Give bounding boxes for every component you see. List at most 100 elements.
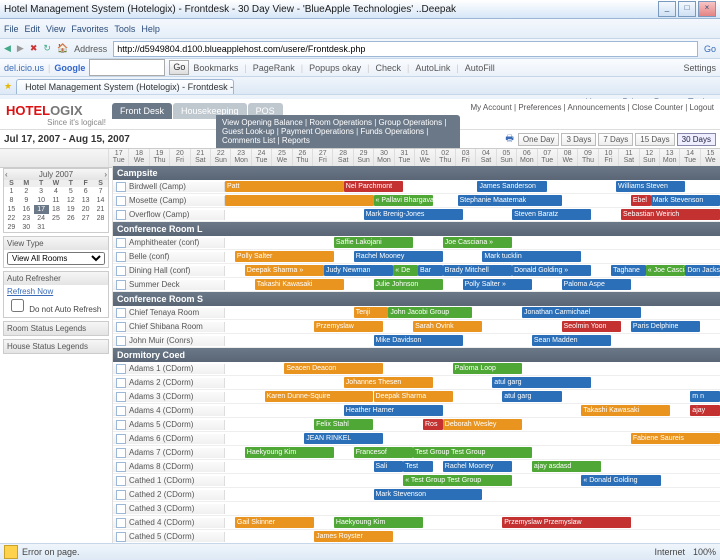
calendar-day[interactable]: 20 — [78, 205, 93, 214]
top-links[interactable]: My Account | Preferences | Announcements… — [464, 99, 720, 116]
calendar-day[interactable]: 28 — [93, 214, 108, 223]
room-label[interactable]: Cathed 3 (CDorm) — [113, 504, 225, 514]
room-label[interactable]: Mosette (Camp) — [113, 196, 225, 206]
home-icon[interactable]: 🏠 — [57, 43, 68, 54]
room-label[interactable]: Adams 4 (CDorm) — [113, 406, 225, 416]
booking-bar[interactable]: Przemyslaw — [314, 321, 383, 332]
booking-bar[interactable]: Mark Stevenson — [374, 489, 483, 500]
room-label[interactable]: Adams 3 (CDorm) — [113, 392, 225, 402]
gbar-bookmarks[interactable]: Bookmarks — [193, 63, 238, 73]
google-search-input[interactable] — [89, 59, 165, 76]
room-legends-header[interactable]: Room Status Legends — [4, 322, 108, 335]
nav-fwd-icon[interactable]: ▶ — [17, 43, 24, 54]
booking-bar[interactable]: Test Group Test Group — [413, 447, 532, 458]
room-label[interactable]: Summer Deck — [113, 280, 225, 290]
print-icon[interactable]: 🖶 — [505, 131, 514, 147]
booking-bar[interactable]: James Royster — [314, 531, 393, 542]
room-checkbox[interactable] — [116, 434, 126, 444]
room-checkbox[interactable] — [116, 518, 126, 528]
booking-bar[interactable]: atul garg — [492, 377, 591, 388]
booking-bar[interactable]: Francesof — [354, 447, 413, 458]
view-one day[interactable]: One Day — [518, 133, 560, 146]
booking-bar[interactable]: John Jacobi Group — [388, 307, 472, 318]
calendar-day[interactable]: 3 — [34, 187, 49, 196]
calendar-day[interactable]: 17 — [34, 205, 49, 214]
room-label[interactable]: Adams 2 (CDorm) — [113, 378, 225, 388]
room-label[interactable]: Adams 1 (CDorm) — [113, 364, 225, 374]
calendar-day[interactable]: 19 — [63, 205, 78, 214]
room-checkbox[interactable] — [116, 182, 126, 192]
booking-bar[interactable]: Mike Davidson — [374, 335, 463, 346]
booking-bar[interactable]: Williams Steven — [616, 181, 685, 192]
menu-favorites[interactable]: Favorites — [71, 24, 108, 34]
menu-edit[interactable]: Edit — [25, 24, 41, 34]
room-label[interactable]: Adams 8 (CDorm) — [113, 462, 225, 472]
booking-bar[interactable]: Sali — [374, 461, 404, 472]
booking-bar[interactable]: Joe Casciana » — [443, 237, 512, 248]
calendar-day[interactable]: 4 — [49, 187, 64, 196]
calendar-day[interactable]: 12 — [63, 196, 78, 205]
calendar-day[interactable]: 27 — [78, 214, 93, 223]
booking-bar[interactable]: Deborah Wesley — [443, 419, 522, 430]
room-checkbox[interactable] — [116, 238, 126, 248]
room-checkbox[interactable] — [116, 336, 126, 346]
minimize-button[interactable]: _ — [658, 1, 676, 17]
booking-bar[interactable]: Taghane — [611, 265, 646, 276]
calendar-day[interactable]: 18 — [49, 205, 64, 214]
nav-back-icon[interactable]: ◀ — [4, 43, 11, 54]
calendar-day[interactable]: 29 — [4, 223, 19, 232]
booking-bar[interactable]: Mark tucklin — [482, 251, 581, 262]
go-button[interactable]: Go — [704, 44, 716, 54]
house-legends-header[interactable]: House Status Legends — [4, 340, 108, 353]
booking-bar[interactable]: JEAN RINKEL — [304, 433, 383, 444]
menu-help[interactable]: Help — [141, 24, 160, 34]
booking-bar[interactable]: Johannes Thesen — [344, 377, 433, 388]
booking-bar[interactable]: « Test Group Test Group — [403, 475, 512, 486]
booking-bar[interactable]: Sean Madden — [532, 335, 611, 346]
calendar-day[interactable] — [78, 223, 93, 232]
google-go-button[interactable]: Go — [169, 60, 189, 75]
room-checkbox[interactable] — [116, 392, 126, 402]
view-15 days[interactable]: 15 Days — [635, 133, 674, 146]
booking-bar[interactable]: Jonathan Carmichael — [522, 307, 641, 318]
calendar-day[interactable]: 14 — [93, 196, 108, 205]
booking-bar[interactable]: Sebastian Wei­rich — [621, 209, 720, 220]
booking-bar[interactable]: Karen Dunne-Squire — [265, 391, 374, 402]
room-checkbox[interactable] — [116, 448, 126, 458]
booking-bar[interactable]: Ebel — [631, 195, 651, 206]
room-label[interactable]: Cathed 2 (CDorm) — [113, 490, 225, 500]
calendar-day[interactable]: 9 — [19, 196, 34, 205]
room-checkbox[interactable] — [116, 210, 126, 220]
calendar-day[interactable]: 31 — [34, 223, 49, 232]
room-label[interactable]: Amphitheater (conf) — [113, 238, 225, 248]
booking-bar[interactable]: « Pallavi Bhargava — [374, 195, 433, 206]
booking-grid[interactable]: Campsite Birdwell (Camp) PattNel Parchmo… — [113, 166, 720, 544]
room-checkbox[interactable] — [116, 476, 126, 486]
calendar-day[interactable]: 1 — [4, 187, 19, 196]
booking-bar[interactable]: « Joe Casciana — [646, 265, 686, 276]
browser-tab[interactable]: Hotel Management System (Hotelogix) - Fr… — [16, 79, 234, 94]
delicious-link[interactable]: del.icio.us — [4, 63, 44, 73]
booking-bar[interactable]: Rachel Mooney — [443, 461, 512, 472]
close-button[interactable]: × — [698, 1, 716, 17]
booking-bar[interactable]: Polly Salter » — [463, 279, 532, 290]
maximize-button[interactable]: □ — [678, 1, 696, 17]
booking-bar[interactable]: Paris Delphine — [631, 321, 700, 332]
room-checkbox[interactable] — [116, 532, 126, 542]
booking-bar[interactable]: Tenji — [354, 307, 389, 318]
room-label[interactable]: Cathed 4 (CDorm) — [113, 518, 225, 528]
booking-bar[interactable]: Seacen Deacon — [284, 363, 383, 374]
booking-bar[interactable]: Felix Stahl — [314, 419, 373, 430]
booking-bar[interactable]: Deepak Sharma » — [245, 265, 324, 276]
room-label[interactable]: Dining Hall (conf) — [113, 266, 225, 276]
google-settings[interactable]: Settings — [683, 63, 716, 73]
calendar-day[interactable]: 30 — [19, 223, 34, 232]
favorites-icon[interactable]: ★ — [4, 81, 12, 92]
booking-bar[interactable]: Rachel Mooney — [354, 251, 443, 262]
room-label[interactable]: Birdwell (Camp) — [113, 182, 225, 192]
booking-bar[interactable]: James Sanderson — [477, 181, 546, 192]
booking-bar[interactable]: Takashi Kawasaki — [581, 405, 670, 416]
calendar-day[interactable]: 13 — [78, 196, 93, 205]
calendar-day[interactable]: 2 — [19, 187, 34, 196]
room-checkbox[interactable] — [116, 504, 126, 514]
